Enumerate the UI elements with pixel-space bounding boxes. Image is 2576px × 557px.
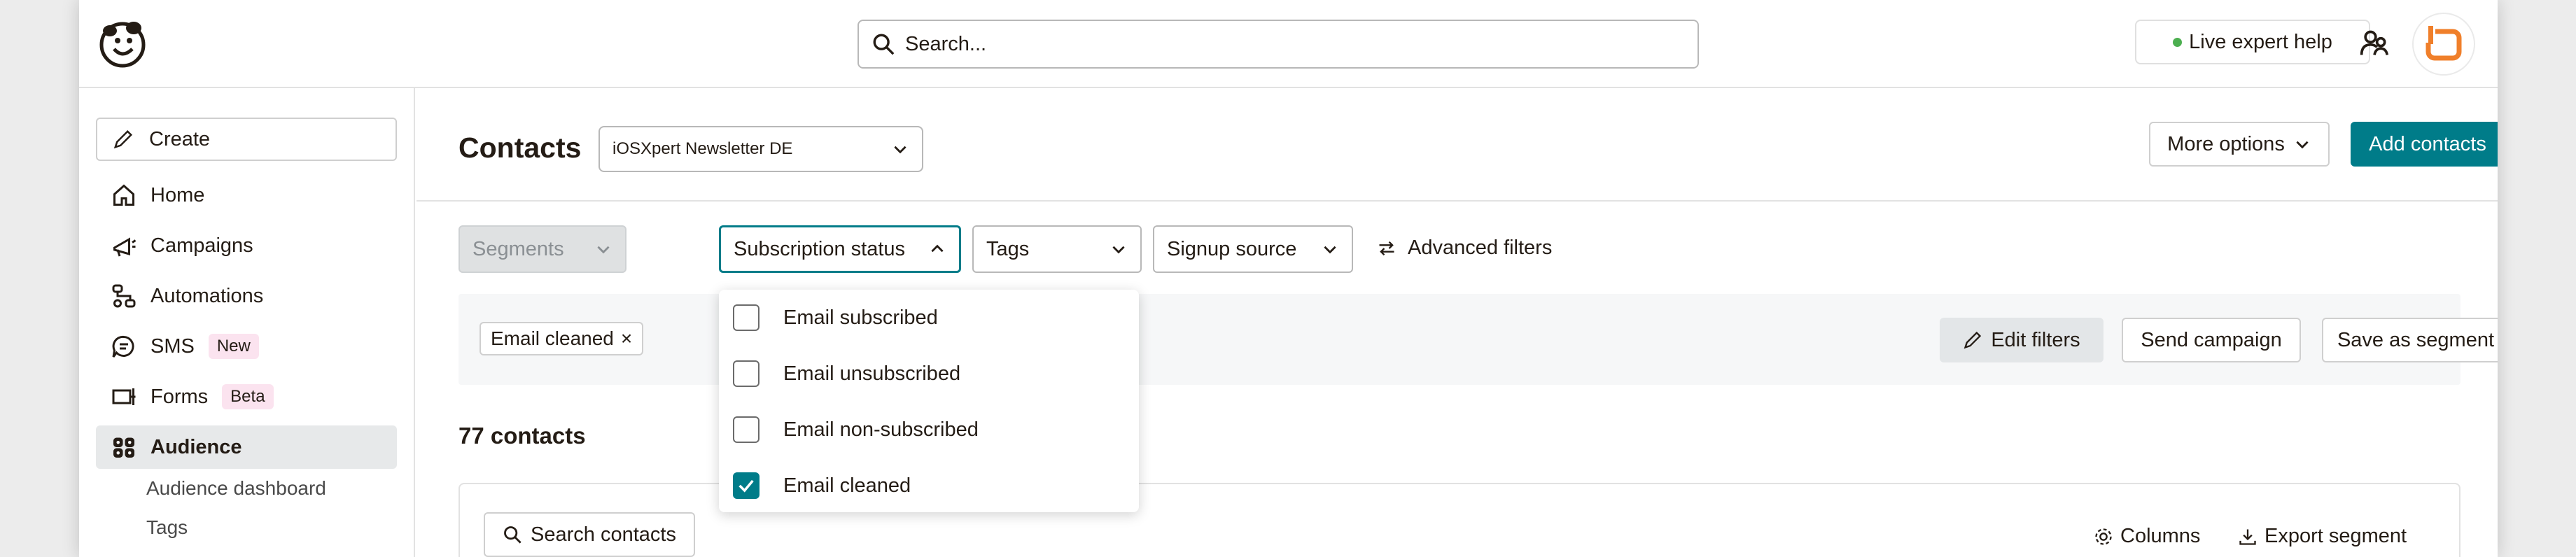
segments-filter[interactable]: Segments — [458, 225, 626, 273]
chevron-down-icon — [1112, 246, 1125, 254]
sidebar-item-label: Home — [150, 183, 205, 206]
app-window: Search... Live expert help Create Home C… — [79, 0, 2498, 557]
signup-source-filter[interactable]: Signup source — [1153, 225, 1353, 273]
swap-arrows-icon — [1379, 241, 1394, 255]
sidebar-item-campaigns[interactable]: Campaigns — [96, 224, 397, 267]
chevron-up-icon — [931, 244, 944, 253]
search-icon — [504, 526, 522, 544]
sidebar-item-home[interactable]: Home — [96, 174, 397, 217]
active-filter-chip[interactable]: Email cleaned × — [479, 322, 644, 355]
export-segment-button[interactable]: Export segment — [2238, 525, 2407, 548]
checkbox-unchecked[interactable] — [733, 360, 760, 387]
sidebar-subitem-tags[interactable]: Tags — [146, 516, 188, 539]
send-campaign-button[interactable]: Send campaign — [2122, 318, 2301, 362]
sidebar: Create Home Campaigns Automations SMS Ne… — [79, 88, 415, 557]
sidebar-item-label: Automations — [150, 284, 264, 307]
send-campaign-label: Send campaign — [2141, 328, 2282, 351]
sms-icon — [112, 335, 134, 358]
chip-label: Email cleaned — [491, 327, 614, 349]
top-bar: Search... Live expert help — [79, 0, 2498, 88]
pencil-icon — [113, 129, 133, 149]
edit-filters-label: Edit filters — [1991, 328, 2080, 351]
option-email-unsubscribed[interactable]: Email unsubscribed — [733, 360, 960, 388]
mailchimp-logo-icon[interactable] — [94, 15, 150, 71]
online-dot-icon — [2173, 37, 2183, 47]
contacts-count: 77 contacts — [458, 423, 586, 449]
subscription-status-filter[interactable]: Subscription status — [719, 225, 961, 273]
option-email-subscribed[interactable]: Email subscribed — [733, 304, 938, 332]
page-title: Contacts — [458, 132, 582, 164]
checkbox-unchecked[interactable] — [733, 416, 760, 443]
option-label: Email subscribed — [783, 306, 938, 329]
search-contacts-label: Search contacts — [531, 523, 676, 546]
account-logo-icon — [2424, 26, 2462, 61]
sidebar-subitem-audience-dashboard[interactable]: Audience dashboard — [146, 477, 326, 500]
segments-label: Segments — [472, 237, 564, 260]
checkbox-checked[interactable] — [733, 472, 760, 499]
create-label: Create — [149, 127, 211, 150]
tags-label: Tags — [986, 237, 1030, 260]
sidebar-item-forms[interactable]: Forms Beta — [96, 375, 397, 418]
home-icon — [113, 184, 134, 206]
sidebar-item-sms[interactable]: SMS New — [96, 325, 397, 368]
account-avatar[interactable] — [2412, 13, 2475, 76]
chevron-down-icon — [894, 146, 906, 154]
chevron-down-icon — [2296, 141, 2309, 149]
sidebar-item-label: Campaigns — [150, 234, 253, 257]
save-as-segment-button[interactable]: Save as segment — [2322, 318, 2498, 362]
pencil-icon — [1963, 331, 1982, 349]
signup-source-label: Signup source — [1167, 237, 1297, 260]
sidebar-item-label: Audience — [150, 435, 242, 458]
audience-select[interactable]: iOSXpert Newsletter DE — [598, 126, 923, 172]
search-placeholder: Search... — [905, 32, 987, 55]
audience-select-value: iOSXpert Newsletter DE — [612, 139, 793, 158]
search-contacts-button[interactable]: Search contacts — [484, 512, 695, 557]
forms-icon — [112, 388, 136, 405]
add-contacts-label: Add contacts — [2369, 132, 2486, 155]
search-icon — [873, 34, 895, 55]
automations-icon — [112, 284, 136, 308]
more-options-button[interactable]: More options — [2149, 122, 2330, 167]
columns-label: Columns — [2120, 525, 2201, 547]
gear-icon — [2095, 528, 2112, 545]
sidebar-item-label: Forms — [150, 385, 209, 408]
add-contacts-button[interactable]: Add contacts — [2351, 122, 2498, 167]
advanced-filters-button[interactable]: Advanced filters — [1377, 237, 1552, 260]
global-search-input[interactable]: Search... — [858, 20, 1699, 69]
checkbox-unchecked[interactable] — [733, 304, 760, 331]
live-help-label: Live expert help — [2189, 30, 2332, 53]
download-icon — [2239, 529, 2256, 545]
users-icon[interactable] — [2359, 28, 2390, 59]
columns-button[interactable]: Columns — [2094, 525, 2200, 548]
option-email-cleaned[interactable]: Email cleaned — [733, 472, 911, 500]
edit-filters-button[interactable]: Edit filters — [1940, 318, 2104, 362]
sidebar-item-audience[interactable]: Audience — [96, 425, 397, 469]
sidebar-item-automations[interactable]: Automations — [96, 274, 397, 318]
beta-badge: Beta — [222, 384, 274, 409]
checkmark-icon — [738, 479, 754, 493]
divider — [416, 200, 2498, 202]
advanced-filters-label: Advanced filters — [1408, 237, 1553, 259]
chevron-down-icon — [2495, 135, 2498, 153]
sidebar-item-label: SMS — [150, 334, 195, 358]
more-options-label: More options — [2167, 132, 2285, 155]
megaphone-icon — [113, 237, 136, 257]
save-as-segment-label: Save as segment — [2337, 328, 2495, 351]
create-button[interactable]: Create — [96, 118, 397, 161]
chevron-down-icon — [1324, 246, 1336, 254]
option-label: Email unsubscribed — [783, 362, 961, 385]
option-email-non-subscribed[interactable]: Email non-subscribed — [733, 416, 979, 444]
subscription-status-dropdown: Email subscribed Email unsubscribed Emai… — [719, 290, 1139, 512]
tags-filter[interactable]: Tags — [972, 225, 1142, 273]
option-label: Email non-subscribed — [783, 418, 979, 441]
export-segment-label: Export segment — [2264, 525, 2407, 547]
close-icon[interactable]: × — [621, 327, 632, 350]
chevron-down-icon — [597, 246, 610, 254]
subscription-status-label: Subscription status — [734, 237, 906, 260]
audience-icon — [113, 437, 134, 458]
live-expert-help-button[interactable]: Live expert help — [2135, 20, 2370, 64]
new-badge: New — [208, 334, 259, 359]
option-label: Email cleaned — [783, 474, 911, 497]
